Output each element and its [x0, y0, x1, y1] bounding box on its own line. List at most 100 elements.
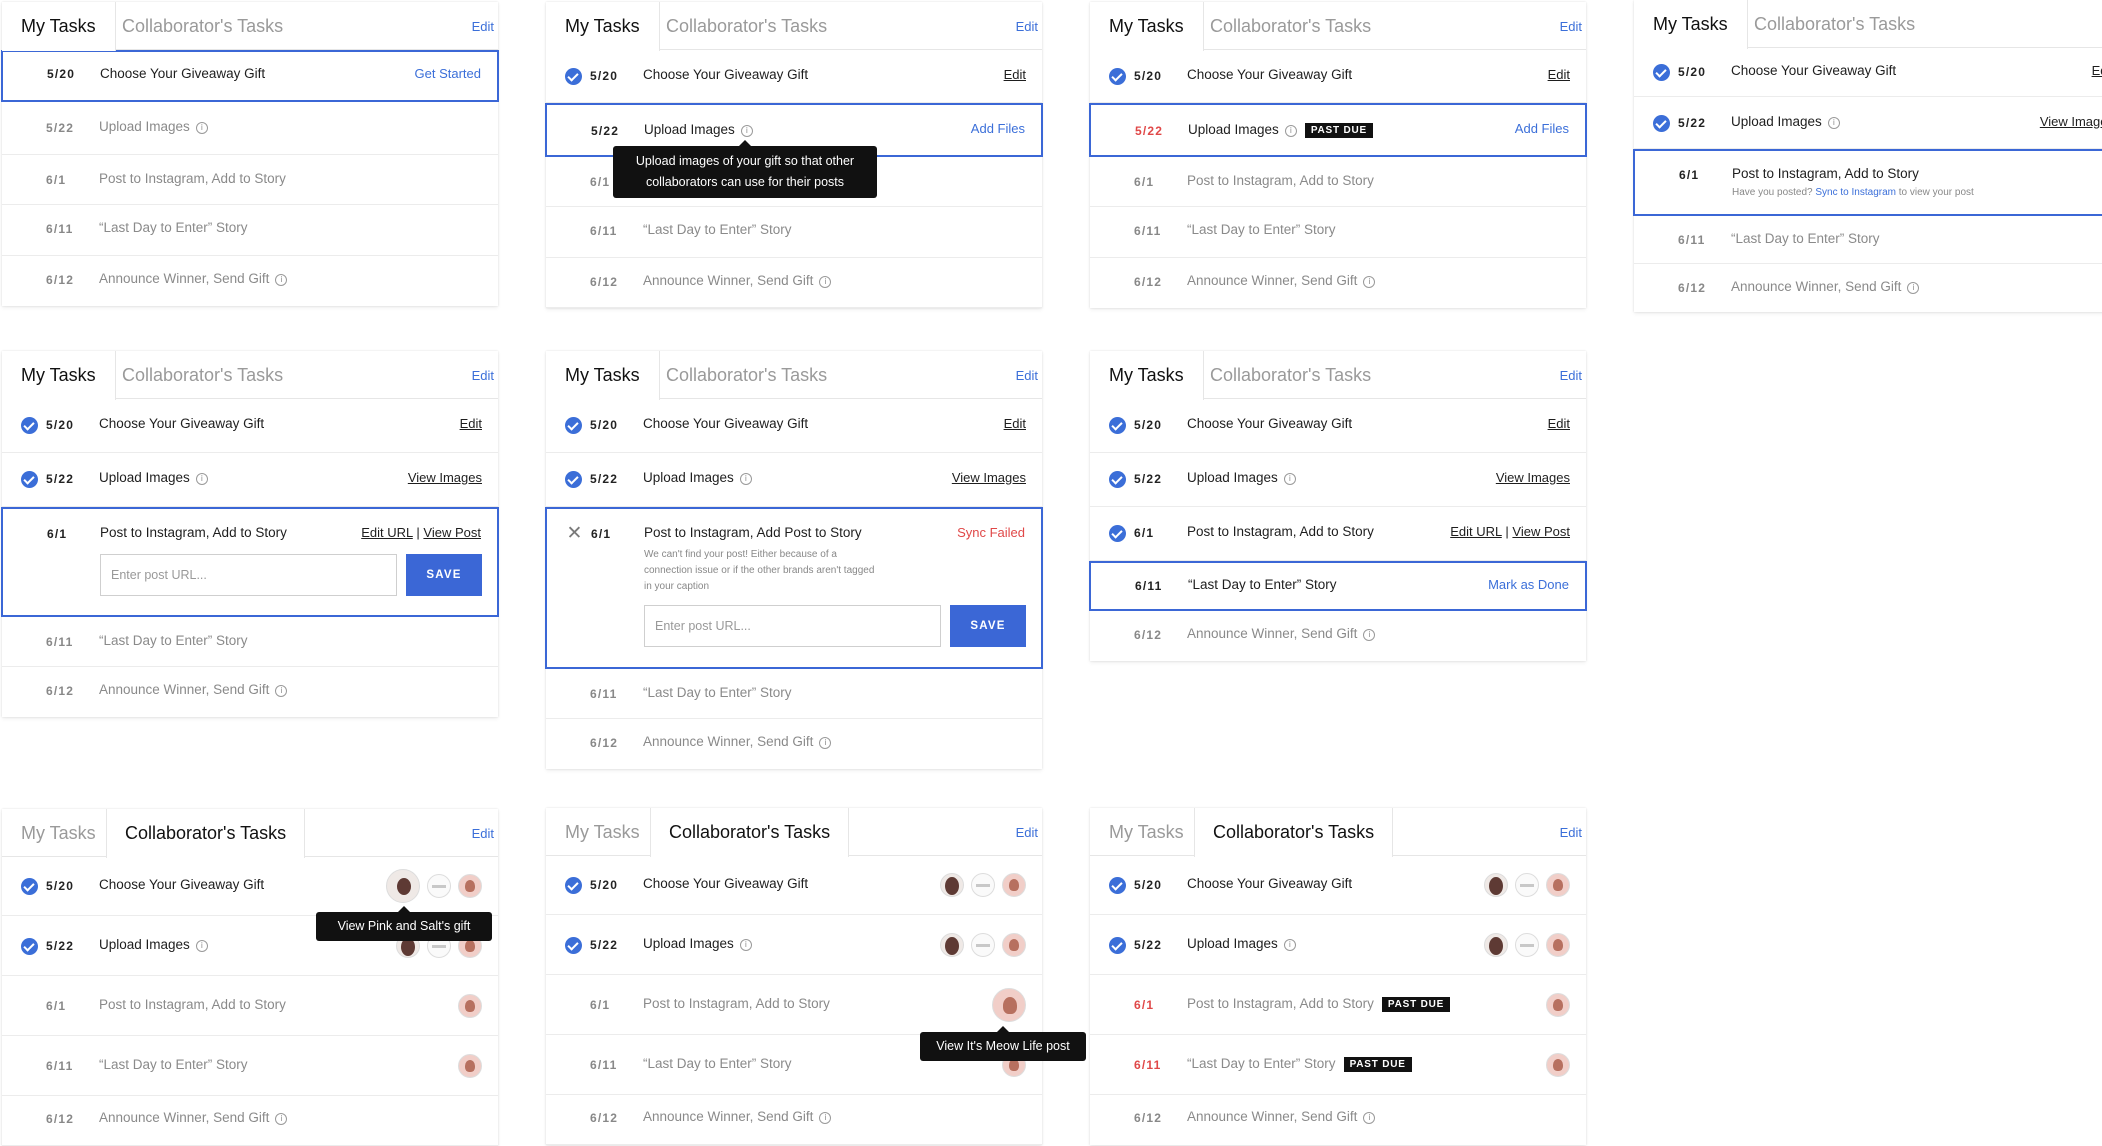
- info-icon[interactable]: i: [1827, 117, 1840, 129]
- save-button[interactable]: SAVE: [406, 554, 482, 596]
- info-icon[interactable]: i: [819, 737, 832, 749]
- view-images-link[interactable]: View Images: [952, 470, 1026, 485]
- edit-task-link[interactable]: Edit: [1004, 67, 1026, 82]
- tab-collaborators-tasks[interactable]: Collaborator's Tasks: [650, 808, 850, 857]
- brand-avatar[interactable]: [458, 1054, 482, 1078]
- task-row-last-day-story[interactable]: 6/11 “Last Day to Enter” Story Mark as D…: [1089, 561, 1587, 611]
- brand-avatar[interactable]: [1546, 873, 1570, 897]
- edit-link[interactable]: Edit: [472, 19, 494, 34]
- view-post-link[interactable]: View Post: [423, 525, 481, 540]
- edit-url-link[interactable]: Edit URL: [1450, 524, 1502, 539]
- info-icon[interactable]: i: [1284, 125, 1297, 137]
- info-icon[interactable]: i: [195, 122, 208, 134]
- post-url-input[interactable]: [644, 605, 941, 647]
- brand-avatar[interactable]: [1546, 1053, 1570, 1077]
- task-row-choose-gift[interactable]: 5/20 Choose Your Giveaway Gift Get Start…: [1, 50, 499, 102]
- brand-avatar[interactable]: [458, 874, 482, 898]
- info-icon[interactable]: i: [195, 473, 208, 485]
- brand-avatar[interactable]: [386, 869, 420, 903]
- edit-task-link[interactable]: Edit: [1548, 416, 1570, 431]
- info-icon[interactable]: i: [275, 274, 288, 286]
- brand-avatar[interactable]: [1002, 873, 1026, 897]
- brand-avatar[interactable]: [1515, 933, 1539, 957]
- tab-collaborators-tasks[interactable]: Collaborator's Tasks: [1748, 0, 1921, 48]
- edit-link[interactable]: Edit: [1016, 368, 1038, 383]
- edit-task-link[interactable]: Edit: [1548, 67, 1570, 82]
- tab-my-tasks[interactable]: My Tasks: [546, 808, 659, 856]
- view-images-link[interactable]: View Images: [408, 470, 482, 485]
- tab-my-tasks[interactable]: My Tasks: [2, 2, 116, 51]
- task-row-post-instagram[interactable]: 6/1 Post to Instagram, Add to Story Edit…: [1, 507, 499, 617]
- view-post-link[interactable]: View Post: [1512, 524, 1570, 539]
- info-icon[interactable]: i: [1363, 1112, 1376, 1124]
- view-images-link[interactable]: View Images: [1496, 470, 1570, 485]
- info-icon[interactable]: i: [739, 473, 752, 485]
- edit-link[interactable]: Edit: [1560, 825, 1582, 840]
- task-row-post-instagram-failed[interactable]: ✕ 6/1 Post to Instagram, Add Post to Sto…: [545, 507, 1043, 669]
- tab-my-tasks[interactable]: My Tasks: [1634, 0, 1748, 49]
- tab-collaborators-tasks[interactable]: Collaborator's Tasks: [660, 2, 833, 50]
- brand-avatar[interactable]: [427, 874, 451, 898]
- tab-my-tasks[interactable]: My Tasks: [1090, 808, 1203, 856]
- tab-collaborators-tasks[interactable]: Collaborator's Tasks: [116, 351, 289, 399]
- info-icon[interactable]: i: [819, 276, 832, 288]
- brand-avatar[interactable]: [940, 933, 964, 957]
- info-icon[interactable]: i: [1363, 276, 1376, 288]
- task-row-upload-images[interactable]: 5/22 Upload Images i PAST DUE Add Files: [1089, 103, 1587, 157]
- brand-avatar[interactable]: [971, 933, 995, 957]
- brand-avatar[interactable]: [1546, 993, 1570, 1017]
- tab-collaborators-tasks[interactable]: Collaborator's Tasks: [1204, 351, 1377, 399]
- get-started-link[interactable]: Get Started: [415, 66, 481, 81]
- info-icon[interactable]: i: [819, 1112, 832, 1124]
- brand-avatar[interactable]: [1002, 933, 1026, 957]
- post-url-input[interactable]: [100, 554, 397, 596]
- edit-link[interactable]: Edit: [1016, 19, 1038, 34]
- tab-collaborators-tasks[interactable]: Collaborator's Tasks: [116, 2, 289, 50]
- info-icon[interactable]: i: [195, 940, 208, 952]
- tab-my-tasks[interactable]: My Tasks: [1090, 2, 1204, 51]
- tab-collaborators-tasks[interactable]: Collaborator's Tasks: [106, 809, 306, 858]
- edit-task-link[interactable]: Edit: [460, 416, 482, 431]
- mark-as-done-link[interactable]: Mark as Done: [1488, 577, 1569, 592]
- tab-my-tasks[interactable]: My Tasks: [2, 809, 115, 857]
- sync-instagram-link[interactable]: Sync to Instagram: [1815, 187, 1896, 198]
- edit-task-link[interactable]: Edit: [1004, 416, 1026, 431]
- tab-my-tasks[interactable]: My Tasks: [2, 351, 116, 400]
- brand-avatar[interactable]: [971, 873, 995, 897]
- add-files-link[interactable]: Add Files: [971, 121, 1025, 136]
- edit-link[interactable]: Edit: [472, 826, 494, 841]
- edit-task-link[interactable]: Edit: [2092, 63, 2102, 78]
- brand-avatar[interactable]: [1484, 933, 1508, 957]
- collaborator-avatars: [1546, 993, 1570, 1017]
- brand-avatar[interactable]: [1515, 873, 1539, 897]
- info-icon[interactable]: i: [1283, 939, 1296, 951]
- info-icon[interactable]: i: [1283, 473, 1296, 485]
- edit-link[interactable]: Edit: [1560, 19, 1582, 34]
- brand-avatar[interactable]: [1546, 933, 1570, 957]
- tab-collaborators-tasks[interactable]: Collaborator's Tasks: [1204, 2, 1377, 50]
- tab-my-tasks[interactable]: My Tasks: [546, 2, 660, 51]
- edit-url-link[interactable]: Edit URL: [361, 525, 413, 540]
- tab-my-tasks[interactable]: My Tasks: [1090, 351, 1204, 400]
- tab-collaborators-tasks[interactable]: Collaborator's Tasks: [1194, 808, 1394, 857]
- view-images-link[interactable]: View Images: [2040, 114, 2102, 129]
- info-icon[interactable]: i: [1907, 282, 1920, 294]
- tab-collaborators-tasks[interactable]: Collaborator's Tasks: [660, 351, 833, 399]
- info-icon[interactable]: i: [740, 125, 753, 137]
- brand-avatar[interactable]: [940, 873, 964, 897]
- x-icon[interactable]: ✕: [566, 524, 583, 543]
- edit-link[interactable]: Edit: [1016, 825, 1038, 840]
- edit-link[interactable]: Edit: [472, 368, 494, 383]
- info-icon[interactable]: i: [275, 1113, 288, 1125]
- add-files-link[interactable]: Add Files: [1515, 121, 1569, 136]
- info-icon[interactable]: i: [739, 939, 752, 951]
- brand-avatar[interactable]: [1484, 873, 1508, 897]
- info-icon[interactable]: i: [1363, 629, 1376, 641]
- info-icon[interactable]: i: [275, 685, 288, 697]
- save-button[interactable]: SAVE: [950, 605, 1026, 647]
- tab-my-tasks[interactable]: My Tasks: [546, 351, 660, 400]
- brand-avatar[interactable]: [458, 994, 482, 1018]
- edit-link[interactable]: Edit: [1560, 368, 1582, 383]
- task-row-post-instagram[interactable]: 6/1 Post to Instagram, Add to Story Have…: [1633, 149, 2102, 216]
- brand-avatar[interactable]: [992, 988, 1026, 1022]
